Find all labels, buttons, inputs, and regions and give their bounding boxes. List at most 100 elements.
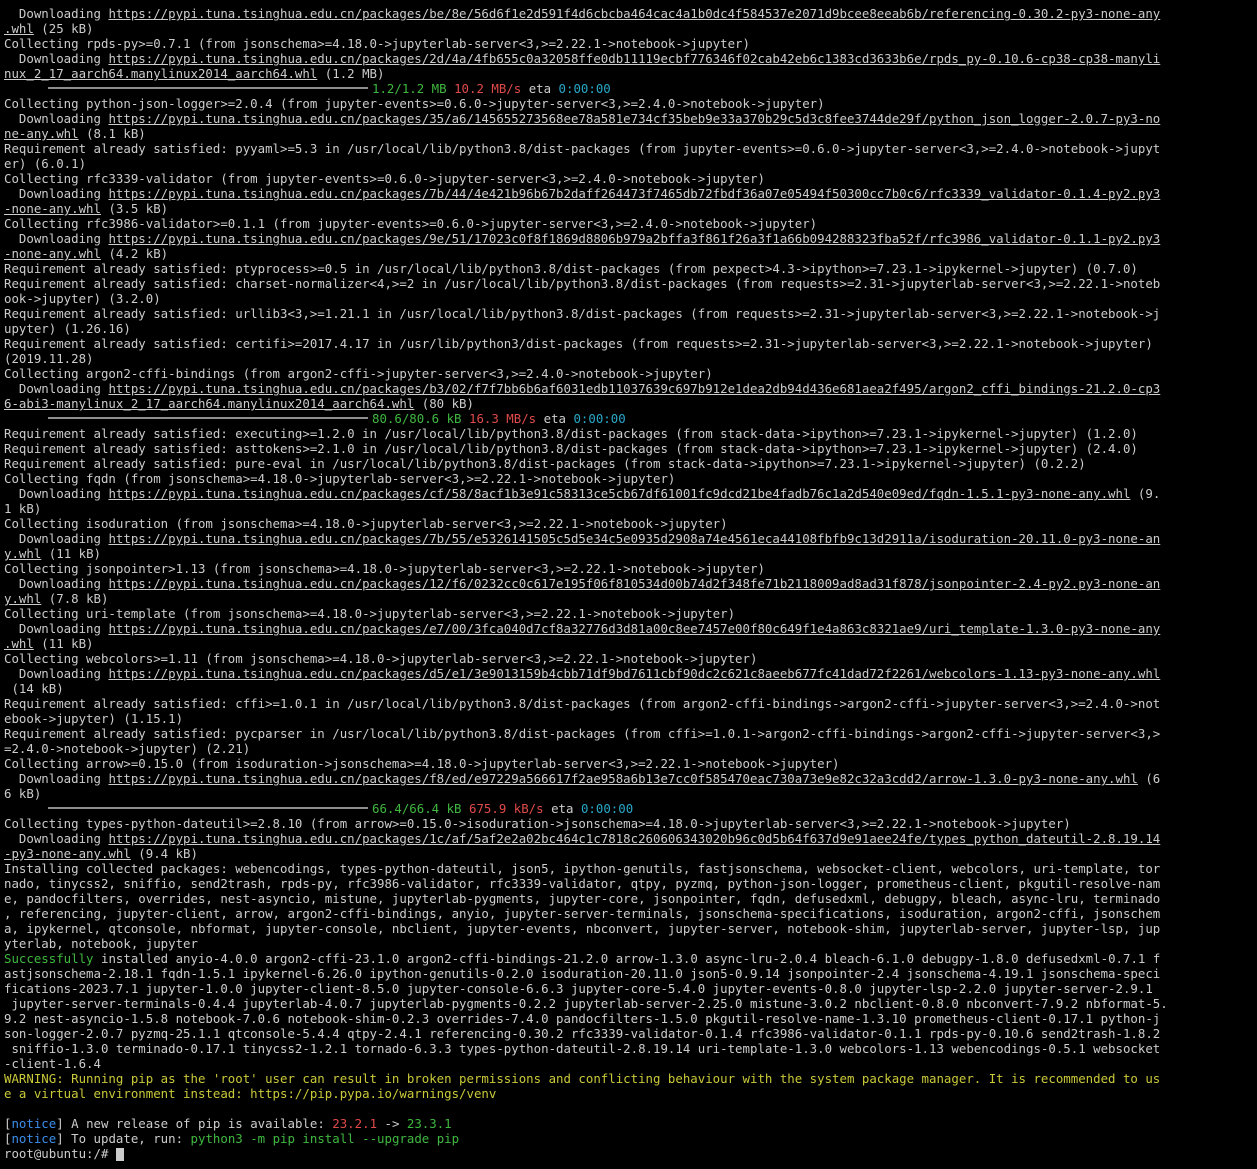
package-url-link[interactable]: https://pypi.tuna.tsinghua.edu.cn/packag… bbox=[108, 6, 1160, 21]
terminal-line: astjsonschema-2.18.1 fqdn-1.5.1 ipykerne… bbox=[4, 966, 1253, 981]
line-text: astjsonschema-2.18.1 fqdn-1.5.1 ipykerne… bbox=[4, 966, 1161, 981]
terminal-line: Downloading https://pypi.tuna.tsinghua.e… bbox=[4, 6, 1253, 21]
package-url-link[interactable]: 6-abi3-manylinux_2_17_aarch64.manylinux2… bbox=[4, 396, 414, 411]
progress-done: 1.2/1.2 MB bbox=[372, 81, 447, 96]
terminal-line: Downloading https://pypi.tuna.tsinghua.e… bbox=[4, 771, 1253, 786]
package-url-link[interactable]: .whl bbox=[4, 636, 34, 651]
line-text: Requirement already satisfied: urllib3<3… bbox=[4, 306, 1161, 321]
progress-speed: 16.3 MB/s bbox=[469, 411, 537, 426]
package-url-link[interactable]: https://pypi.tuna.tsinghua.edu.cn/packag… bbox=[108, 111, 1160, 126]
package-url-link[interactable]: y.whl bbox=[4, 591, 41, 606]
download-size: (7.8 kB) bbox=[41, 591, 109, 606]
text-cursor[interactable] bbox=[115, 1148, 124, 1161]
terminal-line: Downloading https://pypi.tuna.tsinghua.e… bbox=[4, 831, 1253, 846]
package-url-link[interactable]: https://pypi.tuna.tsinghua.edu.cn/packag… bbox=[108, 831, 1160, 846]
terminal-line: Installing collected packages: webencodi… bbox=[4, 861, 1253, 876]
terminal-line: son-logger-2.0.7 pyzmq-25.1.1 qtconsole-… bbox=[4, 1026, 1253, 1041]
terminal-line: nado, tinycss2, sniffio, send2trash, rpd… bbox=[4, 876, 1253, 891]
line-text: 1 kB) bbox=[4, 501, 42, 516]
terminal-line: Downloading https://pypi.tuna.tsinghua.e… bbox=[4, 51, 1253, 66]
package-url-link[interactable]: -none-any.whl bbox=[4, 201, 101, 216]
terminal-line: , referencing, jupyter-client, arrow, ar… bbox=[4, 906, 1253, 921]
terminal-line: 6-abi3-manylinux_2_17_aarch64.manylinux2… bbox=[4, 396, 1253, 411]
terminal-line: Requirement already satisfied: asttokens… bbox=[4, 441, 1253, 456]
terminal-line: jupyter-server-terminals-0.4.4 jupyterla… bbox=[4, 996, 1253, 1011]
line-text: Collecting rpds-py>=0.7.1 (from jsonsche… bbox=[4, 36, 750, 51]
line-text: 6 kB) bbox=[4, 786, 42, 801]
package-url-link[interactable]: https://pypi.tuna.tsinghua.edu.cn/packag… bbox=[108, 381, 1160, 396]
terminal-line: yterlab, notebook, jupyter bbox=[4, 936, 1253, 951]
shell-prompt: root@ubuntu:/# bbox=[4, 1146, 116, 1161]
package-url-link[interactable]: -none-any.whl bbox=[4, 246, 101, 261]
terminal-line: e, pandocfilters, overrides, nest-asynci… bbox=[4, 891, 1253, 906]
terminal-line: Collecting rpds-py>=0.7.1 (from jsonsche… bbox=[4, 36, 1253, 51]
package-url-link[interactable]: -py3-none-any.whl bbox=[4, 846, 131, 861]
progress-speed: 675.9 kB/s bbox=[469, 801, 544, 816]
progress-eta-label: eta bbox=[528, 81, 552, 96]
line-text: Collecting uri-template (from jsonschema… bbox=[4, 606, 736, 621]
terminal-output[interactable]: Downloading https://pypi.tuna.tsinghua.e… bbox=[4, 6, 1253, 1161]
line-text: Collecting rfc3986-validator>=0.1.1 (fro… bbox=[4, 216, 818, 231]
progress-bar bbox=[48, 806, 368, 809]
package-url-link[interactable]: https://pypi.tuna.tsinghua.edu.cn/packag… bbox=[108, 771, 1137, 786]
terminal-line: Requirement already satisfied: cffi>=1.0… bbox=[4, 696, 1253, 711]
terminal-line: 9.2 nest-asyncio-1.5.8 notebook-7.0.6 no… bbox=[4, 1011, 1253, 1026]
package-url-link[interactable]: https://pypi.tuna.tsinghua.edu.cn/packag… bbox=[108, 231, 1160, 246]
download-size: (3.5 kB) bbox=[100, 201, 169, 216]
line-text: ook->jupyter) (3.2.0) bbox=[4, 291, 161, 306]
terminal-line: Successfully installed anyio-4.0.0 argon… bbox=[4, 951, 1253, 966]
terminal-line: 1.2/1.2 MB 10.2 MB/s eta 0:00:00 bbox=[4, 81, 1253, 96]
package-url-link[interactable]: nux_2_17_aarch64.manylinux2014_aarch64.w… bbox=[4, 66, 317, 81]
terminal-line: ebook->jupyter) (1.15.1) bbox=[4, 711, 1253, 726]
download-label: Downloading bbox=[4, 576, 109, 591]
download-size: (1.2 MB) bbox=[317, 66, 385, 81]
line-text: Collecting jsonpointer>1.13 (from jsonsc… bbox=[4, 561, 765, 576]
line-text: Requirement already satisfied: executing… bbox=[4, 426, 1138, 441]
terminal-line: =2.4.0->notebook->jupyter) (2.21) bbox=[4, 741, 1253, 756]
package-url-link[interactable]: https://pypi.tuna.tsinghua.edu.cn/packag… bbox=[108, 486, 1130, 501]
line-text: (2019.11.28) bbox=[4, 351, 94, 366]
package-url-link[interactable]: https://pypi.tuna.tsinghua.edu.cn/packag… bbox=[108, 531, 1160, 546]
terminal-line: Downloading https://pypi.tuna.tsinghua.e… bbox=[4, 621, 1253, 636]
download-size: (9. bbox=[1130, 486, 1161, 501]
package-url-link[interactable]: https://pypi.tuna.tsinghua.edu.cn/packag… bbox=[108, 51, 1160, 66]
warning-text: e a virtual environment instead: https:/… bbox=[4, 1086, 497, 1101]
terminal-line: ook->jupyter) (3.2.0) bbox=[4, 291, 1253, 306]
package-url-link[interactable]: ne-any.whl bbox=[4, 126, 79, 141]
terminal-line: Downloading https://pypi.tuna.tsinghua.e… bbox=[4, 381, 1253, 396]
line-text: sniffio-1.3.0 terminado-0.17.1 tinycss2-… bbox=[4, 1041, 1161, 1056]
package-url-link[interactable]: https://pypi.tuna.tsinghua.edu.cn/packag… bbox=[108, 186, 1160, 201]
line-text: Requirement already satisfied: pycparser… bbox=[4, 726, 1161, 741]
line-text: Requirement already satisfied: ptyproces… bbox=[4, 261, 1138, 276]
terminal-line: Collecting webcolors>=1.11 (from jsonsch… bbox=[4, 651, 1253, 666]
line-text: nado, tinycss2, sniffio, send2trash, rpd… bbox=[4, 876, 1161, 891]
terminal-line: [notice] A new release of pip is availab… bbox=[4, 1116, 452, 1131]
shell-prompt-line: root@ubuntu:/# bbox=[4, 1146, 1253, 1161]
terminal-line: Downloading https://pypi.tuna.tsinghua.e… bbox=[4, 111, 1253, 126]
line-text: fications-2023.7.1 jupyter-1.0.0 jupyter… bbox=[4, 981, 1153, 996]
package-url-link[interactable]: y.whl bbox=[4, 546, 41, 561]
terminal-line: -none-any.whl (3.5 kB) bbox=[4, 201, 1253, 216]
terminal-line: Collecting isoduration (from jsonschema>… bbox=[4, 516, 1253, 531]
download-size: (80 kB) bbox=[414, 396, 474, 411]
pip-new-version: 23.3.1 bbox=[406, 1116, 452, 1131]
line-text: Requirement already satisfied: pure-eval… bbox=[4, 456, 1086, 471]
line-text: upyter) (1.26.16) bbox=[4, 321, 131, 336]
download-size: (11 kB) bbox=[41, 546, 101, 561]
terminal-line: Downloading https://pypi.tuna.tsinghua.e… bbox=[4, 531, 1253, 546]
package-url-link[interactable]: https://pypi.tuna.tsinghua.edu.cn/packag… bbox=[108, 621, 1160, 636]
terminal-line: Requirement already satisfied: executing… bbox=[4, 426, 1253, 441]
package-url-link[interactable]: https://pypi.tuna.tsinghua.edu.cn/packag… bbox=[108, 666, 1160, 681]
terminal-line: Collecting fqdn (from jsonschema>=4.18.0… bbox=[4, 471, 1253, 486]
terminal-line: Downloading https://pypi.tuna.tsinghua.e… bbox=[4, 576, 1253, 591]
upgrade-command: python3 -m pip install --upgrade pip bbox=[190, 1131, 460, 1146]
terminal-line: -py3-none-any.whl (9.4 kB) bbox=[4, 846, 1253, 861]
package-url-link[interactable]: https://pypi.tuna.tsinghua.edu.cn/packag… bbox=[108, 576, 1160, 591]
download-label: Downloading bbox=[4, 531, 109, 546]
package-url-link[interactable]: .whl bbox=[4, 21, 34, 36]
line-text: installed anyio-4.0.0 argon2-cffi-23.1.0… bbox=[93, 951, 1161, 966]
line-text: Collecting types-python-dateutil>=2.8.10… bbox=[4, 816, 1071, 831]
terminal-line: WARNING: Running pip as the 'root' user … bbox=[4, 1071, 1253, 1086]
download-label: Downloading bbox=[4, 231, 109, 246]
terminal-line: nux_2_17_aarch64.manylinux2014_aarch64.w… bbox=[4, 66, 1253, 81]
